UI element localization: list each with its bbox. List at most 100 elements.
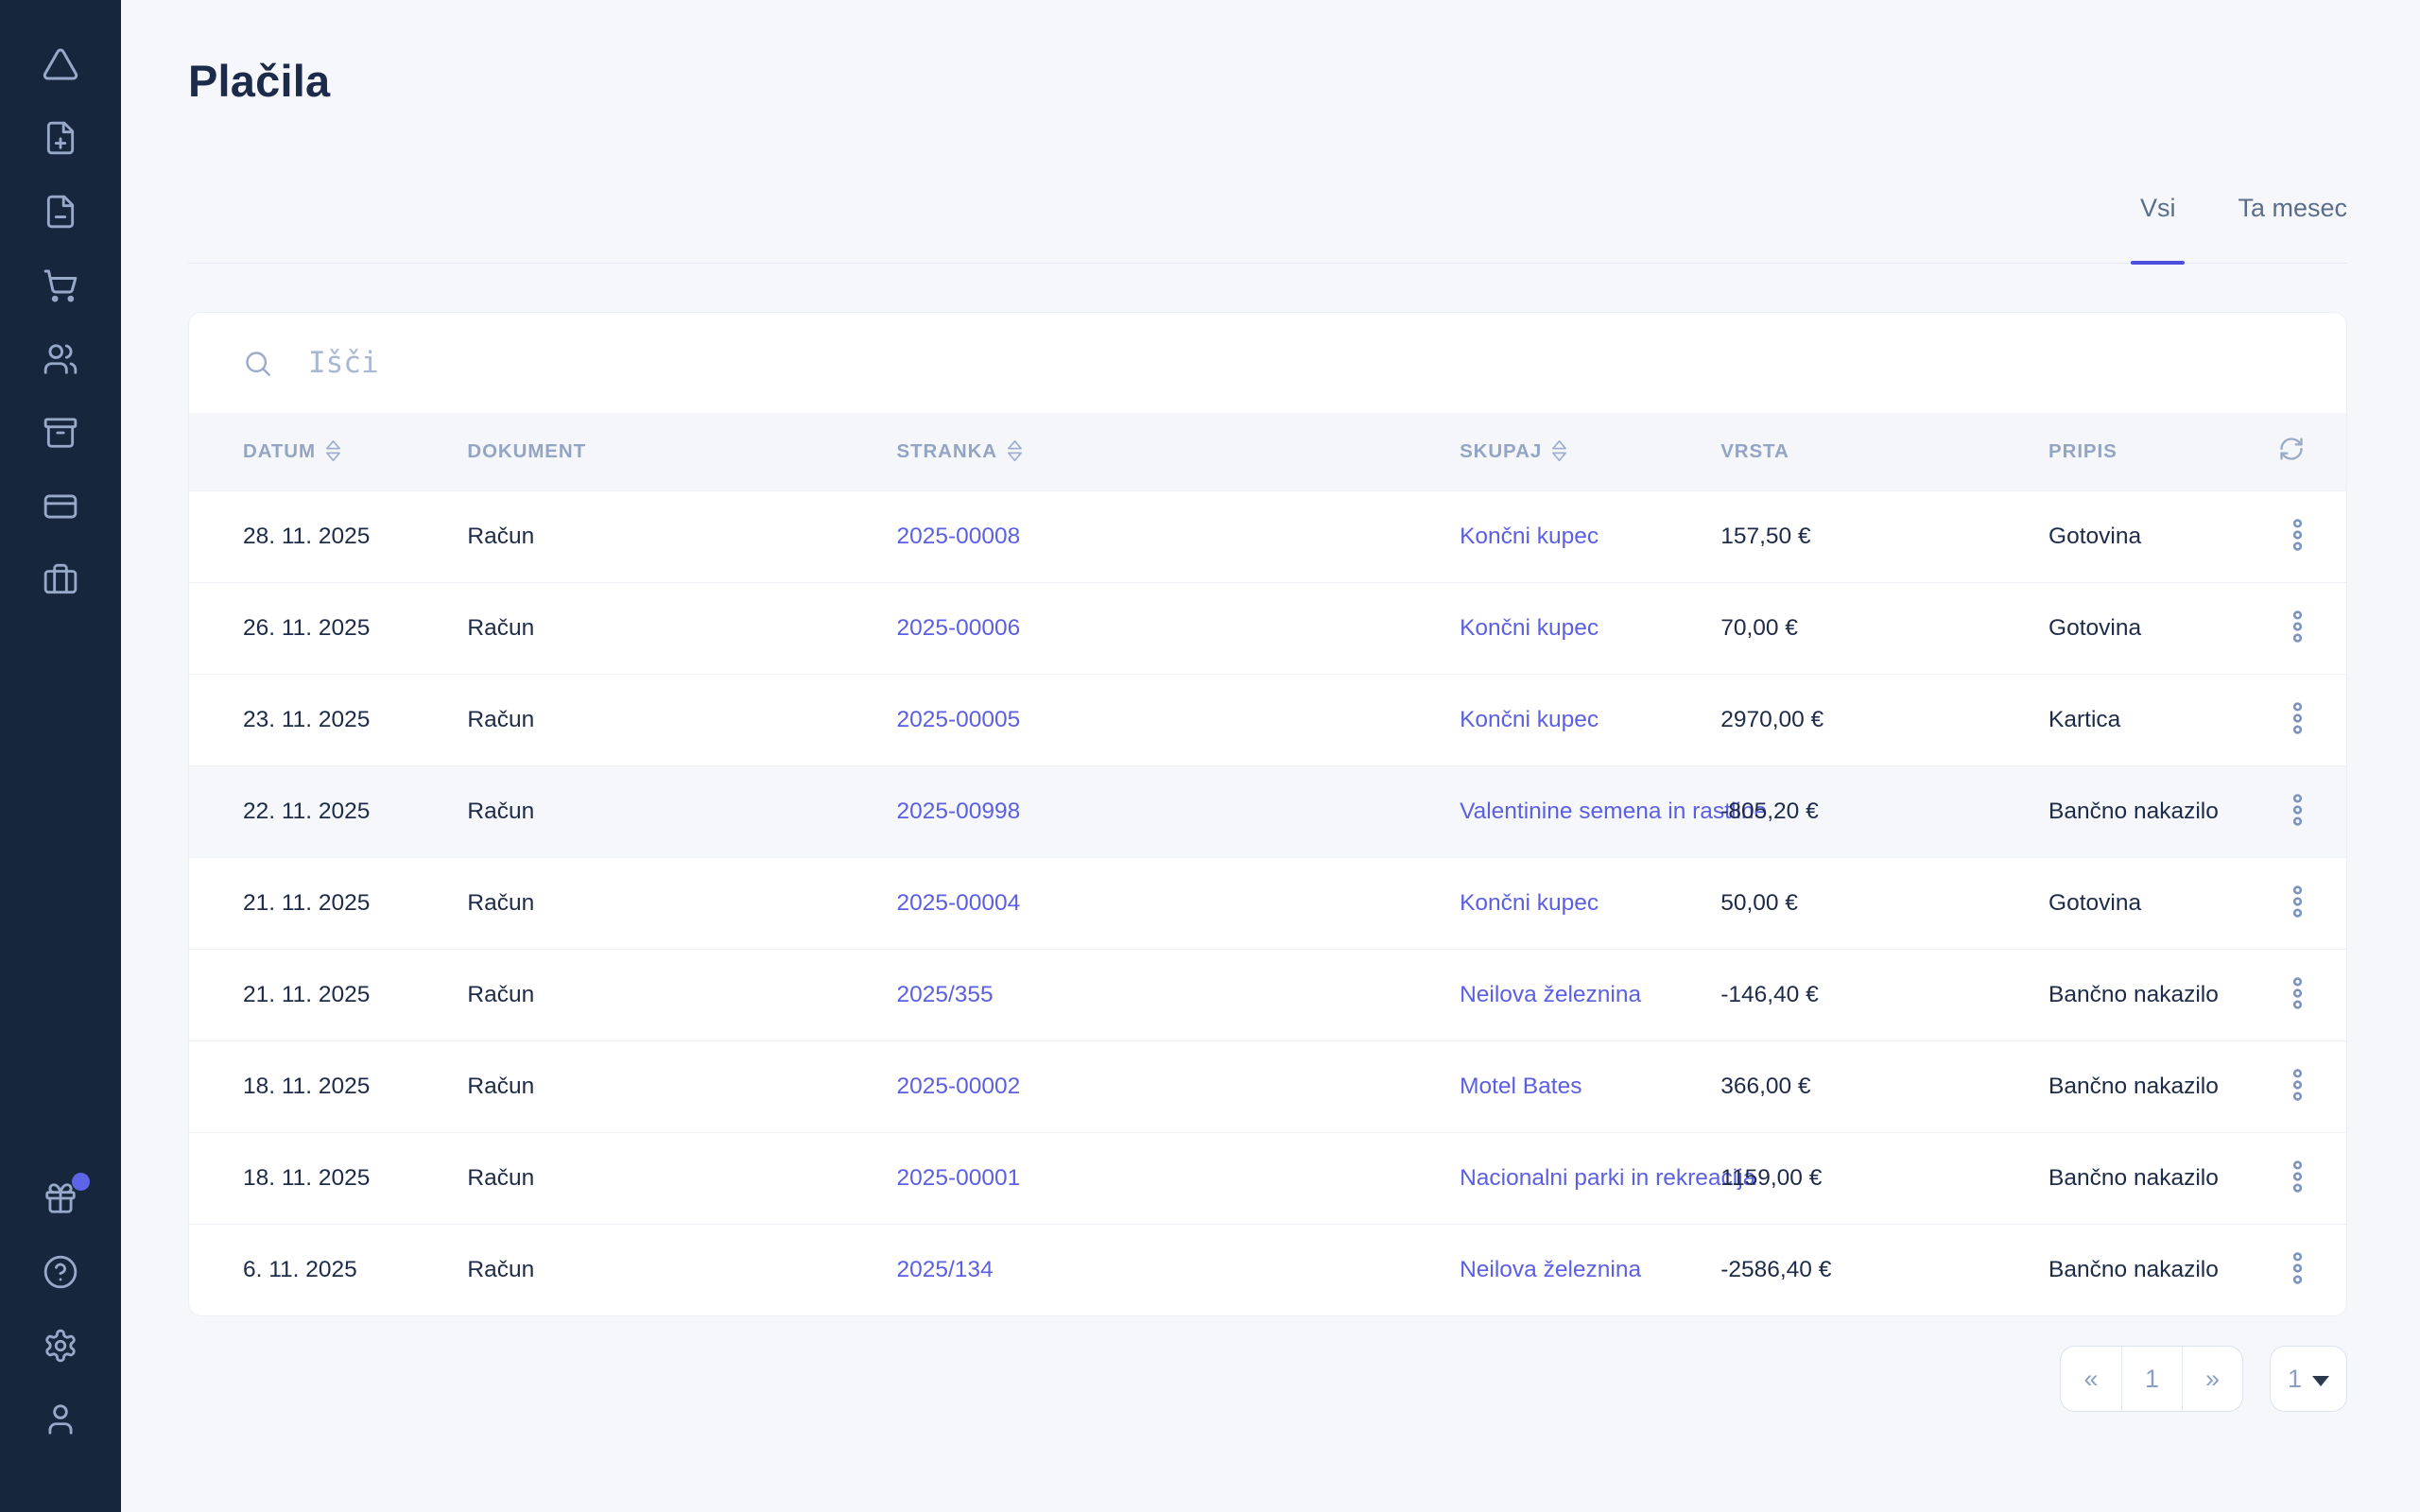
document-link[interactable]: 2025/134	[896, 1257, 993, 1282]
document-link[interactable]: 2025-00004	[896, 890, 1020, 916]
table-row: 26. 11. 2025 Račun 2025-00006 Končni kup…	[189, 582, 2346, 674]
settings-gear-icon[interactable]	[42, 1327, 79, 1365]
cell-skupaj: 50,00 €	[1720, 857, 2048, 949]
kebab-menu-icon[interactable]	[2287, 787, 2308, 835]
table-header-row: DATUM DOKUMENT STRANKA SKUPAJ VRSTA PRIP…	[189, 413, 2346, 490]
column-header-vrsta[interactable]: VRSTA	[1720, 413, 2048, 490]
payments-card: DATUM DOKUMENT STRANKA SKUPAJ VRSTA PRIP…	[188, 312, 2347, 1316]
cell-tip: Račun	[467, 765, 896, 857]
gift-icon[interactable]	[42, 1179, 79, 1217]
stranka-link[interactable]: Neilova železnina	[1460, 982, 1641, 1007]
pagination-last-button[interactable]: »	[2182, 1347, 2242, 1411]
page-title: Plačila	[188, 55, 2347, 107]
pagination: « 1 » 1	[188, 1346, 2347, 1412]
kebab-menu-icon[interactable]	[2287, 879, 2308, 927]
stranka-link[interactable]: Končni kupec	[1460, 524, 1599, 549]
stranka-link[interactable]: Končni kupec	[1460, 707, 1599, 732]
cell-tip: Račun	[467, 490, 896, 582]
cell-tip: Račun	[467, 582, 896, 674]
sort-icon	[325, 439, 341, 462]
cell-datum: 18. 11. 2025	[189, 1132, 467, 1224]
column-header-dokument[interactable]: DOKUMENT	[467, 413, 896, 490]
main-content: Plačila Vsi Ta mesec DATUM DOKUMENT	[121, 0, 2420, 1512]
briefcase-icon[interactable]	[42, 561, 79, 599]
column-header-stranka[interactable]: STRANKA	[896, 413, 1460, 490]
table-row: 22. 11. 2025 Račun 2025-00998 Valentinin…	[189, 765, 2346, 857]
stranka-link[interactable]: Motel Bates	[1460, 1074, 1582, 1099]
document-link[interactable]: 2025-00001	[896, 1165, 1020, 1191]
cell-skupaj: 157,50 €	[1720, 490, 2048, 582]
cell-skupaj: -805,20 €	[1720, 765, 2048, 857]
sidebar	[0, 0, 121, 1512]
caret-down-icon	[2312, 1376, 2329, 1386]
sort-icon	[1007, 439, 1023, 462]
search-icon	[243, 349, 272, 378]
cell-skupaj: 366,00 €	[1720, 1040, 2048, 1132]
cell-datum: 6. 11. 2025	[189, 1224, 467, 1315]
document-link[interactable]: 2025-00002	[896, 1074, 1020, 1099]
cell-tip: Račun	[467, 674, 896, 765]
table-row: 6. 11. 2025 Račun 2025/134 Neilova želez…	[189, 1224, 2346, 1315]
column-header-pripis[interactable]: PRIPIS	[2048, 413, 2240, 490]
cell-tip: Račun	[467, 857, 896, 949]
contacts-icon[interactable]	[42, 340, 79, 378]
stranka-link[interactable]: Neilova železnina	[1460, 1257, 1641, 1282]
stranka-link[interactable]: Končni kupec	[1460, 890, 1599, 916]
table-row: 28. 11. 2025 Račun 2025-00008 Končni kup…	[189, 490, 2346, 582]
cell-vrsta: Kartica	[2048, 674, 2240, 765]
cell-datum: 21. 11. 2025	[189, 949, 467, 1040]
column-header-skupaj[interactable]: SKUPAJ	[1460, 413, 1720, 490]
logo-triangle-icon[interactable]	[42, 45, 79, 83]
cell-vrsta: Bančno nakazilo	[2048, 1132, 2240, 1224]
kebab-menu-icon[interactable]	[2287, 1062, 2308, 1110]
document-link[interactable]: 2025-00998	[896, 799, 1020, 824]
tab-vsi[interactable]: Vsi	[2140, 194, 2176, 263]
cell-vrsta: Gotovina	[2048, 582, 2240, 674]
search-input[interactable]	[308, 346, 2308, 380]
stranka-link[interactable]: Nacionalni parki in rekreacija	[1460, 1165, 1755, 1191]
table-row: 18. 11. 2025 Račun 2025-00001 Nacionalni…	[189, 1132, 2346, 1224]
column-header-datum[interactable]: DATUM	[189, 413, 467, 490]
cell-skupaj: 1159,00 €	[1720, 1132, 2048, 1224]
cell-skupaj: -2586,40 €	[1720, 1224, 2048, 1315]
kebab-menu-icon[interactable]	[2287, 1154, 2308, 1202]
sort-icon	[1551, 439, 1567, 462]
column-header-actions	[2240, 413, 2346, 490]
notification-dot	[72, 1173, 90, 1191]
page-selector-dropdown[interactable]: 1	[2270, 1346, 2347, 1412]
cell-tip: Račun	[467, 1040, 896, 1132]
pagination-first-button[interactable]: «	[2061, 1347, 2121, 1411]
document-link[interactable]: 2025-00008	[896, 524, 1020, 549]
cell-datum: 21. 11. 2025	[189, 857, 467, 949]
kebab-menu-icon[interactable]	[2287, 1246, 2308, 1294]
document-link[interactable]: 2025-00005	[896, 707, 1020, 732]
table-row: 21. 11. 2025 Račun 2025/355 Neilova žele…	[189, 949, 2346, 1040]
cell-vrsta: Bančno nakazilo	[2048, 1040, 2240, 1132]
tab-ta-mesec[interactable]: Ta mesec	[2238, 194, 2347, 263]
search-bar	[189, 313, 2346, 413]
kebab-menu-icon[interactable]	[2287, 696, 2308, 744]
table-row: 23. 11. 2025 Račun 2025-00005 Končni kup…	[189, 674, 2346, 765]
cell-vrsta: Bančno nakazilo	[2048, 949, 2240, 1040]
table-row: 18. 11. 2025 Račun 2025-00002 Motel Bate…	[189, 1040, 2346, 1132]
shopping-cart-icon[interactable]	[42, 266, 79, 304]
cell-datum: 23. 11. 2025	[189, 674, 467, 765]
document-link[interactable]: 2025-00006	[896, 615, 1020, 641]
help-icon[interactable]	[42, 1253, 79, 1291]
kebab-menu-icon[interactable]	[2287, 971, 2308, 1019]
stranka-link[interactable]: Končni kupec	[1460, 615, 1599, 641]
document-minus-icon[interactable]	[42, 193, 79, 231]
credit-card-icon[interactable]	[42, 488, 79, 525]
pagination-current-page[interactable]: 1	[2121, 1347, 2182, 1411]
refresh-icon[interactable]	[2278, 436, 2305, 465]
document-link[interactable]: 2025/355	[896, 982, 993, 1007]
cell-datum: 18. 11. 2025	[189, 1040, 467, 1132]
kebab-menu-icon[interactable]	[2287, 512, 2308, 560]
cell-vrsta: Gotovina	[2048, 857, 2240, 949]
user-icon[interactable]	[42, 1400, 79, 1438]
cell-skupaj: 2970,00 €	[1720, 674, 2048, 765]
kebab-menu-icon[interactable]	[2287, 604, 2308, 652]
document-plus-icon[interactable]	[42, 119, 79, 157]
pager-group: « 1 »	[2060, 1346, 2243, 1412]
archive-icon[interactable]	[42, 414, 79, 452]
